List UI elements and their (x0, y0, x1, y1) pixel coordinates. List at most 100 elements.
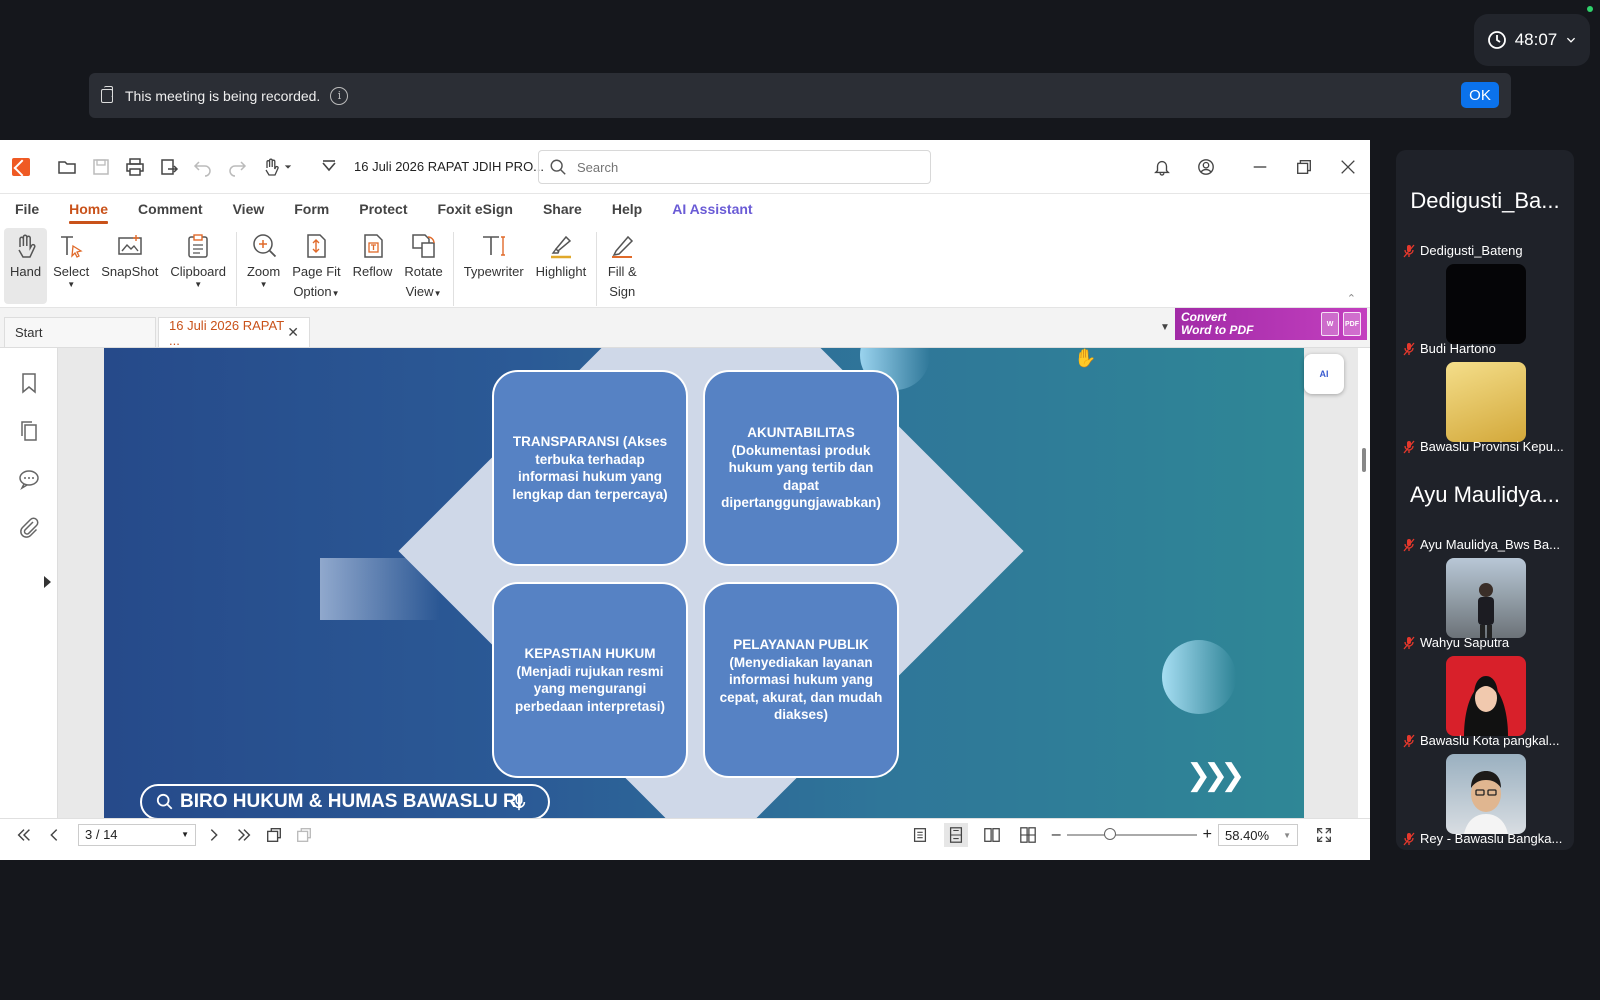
ribbon-separator (235, 232, 237, 306)
highlight-button[interactable]: Highlight (530, 228, 593, 284)
clipboard-icon (183, 230, 213, 262)
foxit-window: 16 Juli 2026 RAPAT JDIH PRO... File Home… (0, 140, 1370, 860)
fill-sign-button[interactable]: Fill & Sign (601, 228, 643, 304)
highlighter-icon (546, 230, 576, 262)
convert-promo-banner[interactable]: Convert Word to PDF W PDF (1175, 308, 1367, 340)
tab-document[interactable]: 16 Juli 2026 RAPAT ... ✕ (158, 317, 310, 348)
next-view-icon[interactable] (292, 823, 316, 847)
snapshot-button[interactable]: SnapShot (95, 228, 164, 284)
ai-helper-button[interactable]: AI (1304, 354, 1344, 394)
continuous-page-icon[interactable] (943, 823, 968, 847)
fullscreen-icon[interactable] (1312, 823, 1336, 847)
page-fit-icon (301, 230, 331, 262)
comment-icon[interactable] (18, 468, 40, 490)
menu-share[interactable]: Share (543, 197, 582, 221)
meeting-timer[interactable]: 48:07 (1474, 14, 1590, 66)
search-input[interactable] (577, 159, 877, 175)
previous-page-icon[interactable] (42, 823, 66, 847)
recording-banner: This meeting is being recorded. i OK (89, 73, 1511, 118)
vertical-scrollbar[interactable] (1358, 348, 1370, 818)
search-box[interactable] (538, 150, 931, 184)
window-controls (1140, 140, 1370, 194)
zoom-out-icon[interactable]: – (1052, 826, 1061, 844)
single-page-icon[interactable] (908, 823, 932, 847)
next-page-icon[interactable] (202, 823, 226, 847)
menu-form[interactable]: Form (294, 197, 329, 221)
pen-icon (607, 230, 637, 262)
select-text-icon (56, 230, 86, 262)
page-fit-button[interactable]: Page Fit Option▼ (286, 228, 346, 304)
previous-view-icon[interactable] (262, 823, 286, 847)
hand-tool-icon[interactable] (260, 156, 282, 178)
snapshot-icon (115, 230, 145, 262)
save-icon[interactable] (90, 156, 112, 178)
caret-down-icon: ▼ (67, 280, 76, 289)
participant-tile[interactable]: Dedigusti_Ba... Dedigusti_Bateng (1396, 158, 1574, 258)
typewriter-button[interactable]: Typewriter (458, 228, 530, 284)
open-folder-icon[interactable] (56, 156, 78, 178)
participant-tile[interactable]: Rey - Bawaslu Bangka... (1396, 746, 1574, 846)
ok-button[interactable]: OK (1461, 82, 1499, 108)
zoom-in-icon[interactable]: + (1203, 826, 1212, 844)
document-title: 16 Juli 2026 RAPAT JDIH PRO... (354, 159, 545, 174)
hand-icon (11, 230, 41, 262)
close-icon[interactable] (1326, 140, 1370, 194)
account-icon[interactable] (1184, 140, 1228, 194)
menu-view[interactable]: View (233, 197, 265, 221)
participant-tile[interactable]: Wahyu Saputra (1396, 550, 1574, 650)
print-icon[interactable] (124, 156, 146, 178)
pdf-doc-icon: PDF (1343, 312, 1361, 336)
participant-video (1446, 754, 1526, 834)
restore-icon[interactable] (1282, 140, 1326, 194)
menu-home[interactable]: Home (69, 197, 108, 224)
collapse-ribbon-icon[interactable]: ⌃ (1347, 292, 1356, 305)
undo-icon[interactable] (192, 156, 214, 178)
participant-video (1446, 558, 1526, 638)
participant-tile[interactable]: Budi Hartono (1396, 256, 1574, 356)
redo-icon[interactable] (226, 156, 248, 178)
status-dot (1587, 6, 1593, 12)
export-icon[interactable] (158, 156, 180, 178)
slide-page: TRANSPARANSI (Akses terbuka terhadap inf… (104, 348, 1304, 818)
scroll-thumb[interactable] (1362, 448, 1366, 472)
hand-button[interactable]: Hand (4, 228, 48, 304)
pages-icon[interactable] (18, 420, 40, 442)
minimize-icon[interactable] (1238, 140, 1282, 194)
zoom-button[interactable]: Zoom ▼ (241, 228, 286, 290)
participant-tile[interactable]: Bawaslu Kota pangkal... (1396, 648, 1574, 748)
footer-search-pill: BIRO HUKUM & HUMAS BAWASLU RI (140, 784, 550, 818)
menu-help[interactable]: Help (612, 197, 642, 221)
customize-toolbar-icon[interactable] (318, 156, 340, 178)
tab-start[interactable]: Start (4, 317, 156, 347)
close-tab-icon[interactable]: ✕ (287, 324, 299, 341)
last-page-icon[interactable] (232, 823, 256, 847)
menu-protect[interactable]: Protect (359, 197, 407, 221)
caret-down-icon[interactable] (282, 156, 294, 178)
caret-down-icon: ▼ (194, 280, 203, 289)
bookmark-icon[interactable] (18, 372, 40, 394)
zoom-slider-knob[interactable] (1103, 828, 1116, 840)
first-page-icon[interactable] (12, 823, 36, 847)
rotate-view-button[interactable]: Rotate View▼ (398, 228, 448, 304)
person-photo (1478, 583, 1494, 638)
tab-list-dropdown-icon[interactable]: ▼ (1160, 322, 1170, 333)
page-number-field[interactable]: 3 / 14 ▼ (78, 823, 196, 846)
select-button[interactable]: Select ▼ (47, 228, 95, 290)
expand-panel-icon[interactable] (44, 576, 51, 588)
menu-file[interactable]: File (15, 197, 39, 221)
participant-tile[interactable]: Bawaslu Provinsi Kepu... (1396, 354, 1574, 454)
continuous-facing-icon[interactable] (1016, 823, 1040, 847)
attachment-icon[interactable] (18, 516, 40, 538)
participant-tile[interactable]: Ayu Maulidya... Ayu Maulidya_Bws Ba... (1396, 452, 1574, 552)
facing-pages-icon[interactable] (980, 823, 1004, 847)
menu-ai-assistant[interactable]: AI Assistant (672, 197, 752, 221)
menu-comment[interactable]: Comment (138, 197, 203, 221)
decorative-circle (1162, 640, 1236, 714)
reflow-button[interactable]: Reflow (347, 228, 399, 284)
clipboard-button[interactable]: Clipboard ▼ (164, 228, 232, 290)
zoom-slider[interactable] (1066, 828, 1197, 840)
info-icon[interactable]: i (330, 86, 349, 105)
menu-foxit-esign[interactable]: Foxit eSign (437, 197, 512, 221)
bell-icon[interactable] (1140, 140, 1184, 194)
zoom-level-field[interactable]: 58.40% ▼ (1218, 824, 1298, 846)
